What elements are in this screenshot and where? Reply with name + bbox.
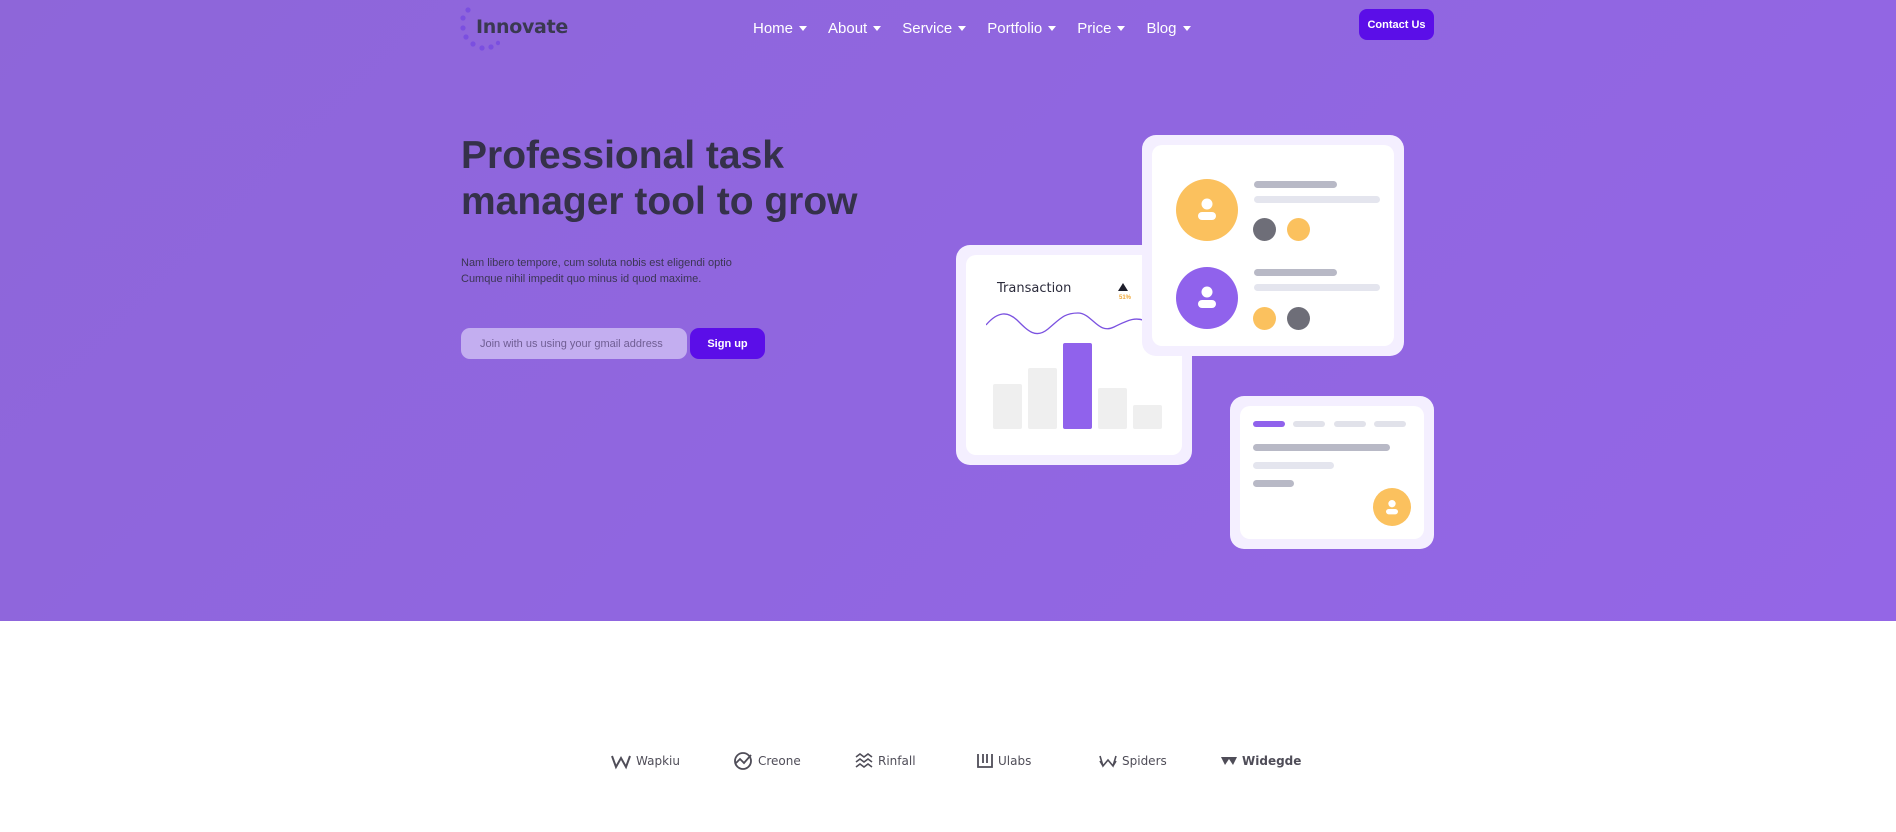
placeholder-line — [1254, 269, 1337, 276]
wave-line-graphic — [986, 312, 1146, 335]
nav-portfolio[interactable]: Portfolio — [987, 20, 1057, 37]
email-input[interactable] — [461, 328, 687, 359]
nav-price-label: Price — [1077, 20, 1112, 37]
nav-about-label: About — [828, 20, 868, 37]
caret-down-icon — [873, 26, 882, 31]
chat-badge-icon — [1253, 218, 1276, 241]
brand-rinfall[interactable]: Rinfall — [854, 751, 976, 771]
tab-line — [1334, 421, 1366, 427]
user-icon — [1198, 198, 1216, 220]
user-icon — [1198, 286, 1216, 308]
placeholder-line — [1254, 196, 1380, 203]
brand-name: Spiders — [1122, 754, 1167, 768]
brand-name: Widegde — [1242, 754, 1302, 768]
signup-button[interactable]: Sign up — [690, 328, 765, 359]
tab-line — [1374, 421, 1406, 427]
trend-up-icon — [1118, 283, 1128, 291]
hero-subtext: Nam libero tempore, cum soluta nobis est… — [461, 255, 781, 287]
contact-us-button[interactable]: Contact Us — [1359, 9, 1434, 40]
tab-line-active — [1253, 421, 1285, 427]
nav-price[interactable]: Price — [1077, 20, 1126, 37]
user-icon — [1386, 500, 1398, 515]
brand-name: Creone — [758, 754, 801, 768]
chart-bar — [1098, 388, 1127, 429]
brand-logos: Wapkiu Creone Rinfall Ulabs Spiders Wide… — [610, 751, 1342, 771]
rinfall-logo-icon — [855, 753, 873, 768]
nav-blog[interactable]: Blog — [1146, 20, 1191, 37]
logo[interactable]: Innovate — [460, 4, 570, 54]
tab-line — [1293, 421, 1325, 427]
transaction-title: Transaction — [997, 281, 1072, 296]
creone-logo-icon — [734, 752, 752, 770]
main-nav: Home About Service Portfolio Price Blog — [753, 20, 1212, 37]
nav-service[interactable]: Service — [902, 20, 967, 37]
chat-badge-icon-orange — [1253, 307, 1276, 330]
chart-bar — [1028, 368, 1057, 429]
status-dot-gray — [1287, 307, 1310, 330]
chart-bar-active — [1063, 343, 1092, 429]
mini-card — [1230, 396, 1434, 549]
logo-text: Innovate — [476, 16, 568, 38]
transaction-percent: 51% — [1119, 295, 1132, 301]
nav-portfolio-label: Portfolio — [987, 20, 1043, 37]
placeholder-line — [1253, 444, 1390, 451]
nav-home-label: Home — [753, 20, 794, 37]
nav-blog-label: Blog — [1146, 20, 1177, 37]
hero-subtext-line-1: Nam libero tempore, cum soluta nobis est… — [461, 257, 732, 269]
caret-down-icon — [1117, 26, 1126, 31]
status-dot-orange — [1287, 218, 1310, 241]
placeholder-line — [1253, 462, 1334, 469]
caret-down-icon — [958, 26, 967, 31]
widegde-logo-icon — [1221, 757, 1237, 765]
brand-name: Wapkiu — [636, 754, 680, 768]
brand-name: Rinfall — [878, 754, 916, 768]
hero-section: Innovate Home About Service Portfolio Pr… — [0, 0, 1896, 621]
placeholder-line — [1254, 284, 1380, 291]
caret-down-icon — [1048, 26, 1057, 31]
nav-service-label: Service — [902, 20, 953, 37]
nav-about[interactable]: About — [828, 20, 882, 37]
brand-creone[interactable]: Creone — [732, 751, 854, 771]
hero-subtext-line-2: Cumque nihil impedit quo minus id quod m… — [461, 273, 702, 285]
brand-ulabs[interactable]: Ulabs — [976, 751, 1098, 771]
hero-headline: Professional task manager tool to grow — [461, 134, 858, 223]
ulabs-logo-icon — [977, 754, 993, 768]
nav-home[interactable]: Home — [753, 20, 808, 37]
brand-wapkiu[interactable]: Wapkiu — [610, 751, 732, 771]
brand-name: Ulabs — [998, 754, 1032, 768]
placeholder-line — [1254, 181, 1337, 188]
caret-down-icon — [799, 26, 808, 31]
chart-bar — [993, 384, 1022, 429]
brand-spiders[interactable]: Spiders — [1098, 751, 1220, 771]
chart-bar — [1133, 405, 1162, 429]
users-card — [1142, 135, 1404, 356]
placeholder-line — [1253, 480, 1294, 487]
spiders-logo-icon — [1099, 755, 1117, 768]
brand-widegde[interactable]: Widegde — [1220, 751, 1342, 771]
wapkiu-logo-icon — [611, 755, 631, 770]
caret-down-icon — [1182, 26, 1191, 31]
